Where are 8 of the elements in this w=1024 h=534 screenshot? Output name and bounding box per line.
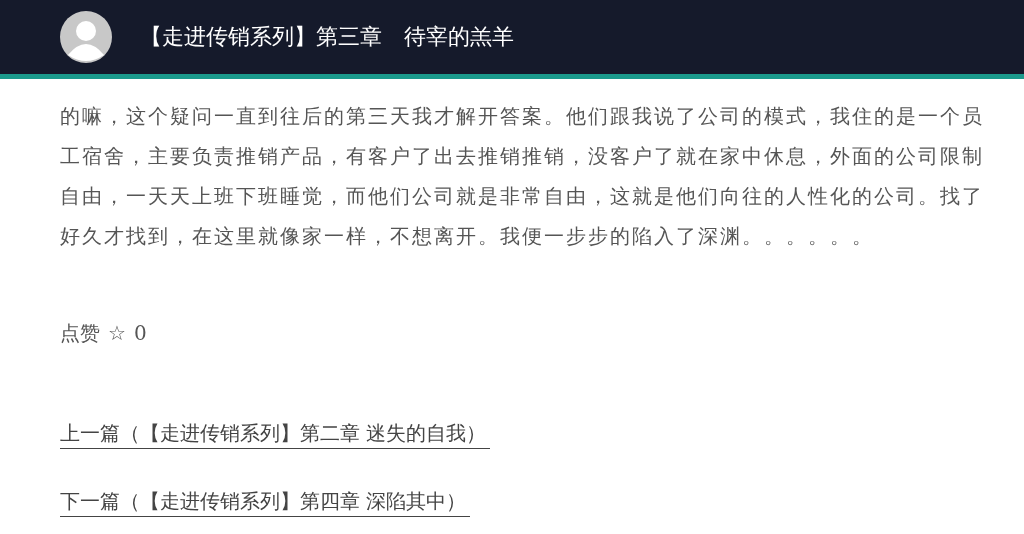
like-count: 0 <box>134 321 147 345</box>
article-paragraph: 的嘛，这个疑问一直到往后的第三天我才解开答案。他们跟我说了公司的模式，我住的是一个员工宿舍，主要负责推销产品，有客户了出去推销推销，没客户了就在家中休息，外面的公司限制自由，一天天上班下班睡觉，而他们公司就是非常自由，这就是他们向往的人性化的公司。找了好久才找到，在这里就像家一样，不想离开。我便一步步的陷入了深渊。。。。。。 <box>60 103 985 250</box>
page-title: 【走进传销系列】第三章 待宰的羔羊 <box>140 23 514 51</box>
article-link[interactable]: 上一篇（【走进传销系列】第二章 迷失的自我） <box>60 418 491 449</box>
avatar-icon[interactable] <box>60 11 112 63</box>
article-link[interactable]: 下一篇（【走进传销系列】第四章 深陷其中） <box>60 486 471 517</box>
like-label: 点赞 <box>60 319 100 347</box>
star-icon[interactable]: ☆ <box>108 321 126 345</box>
